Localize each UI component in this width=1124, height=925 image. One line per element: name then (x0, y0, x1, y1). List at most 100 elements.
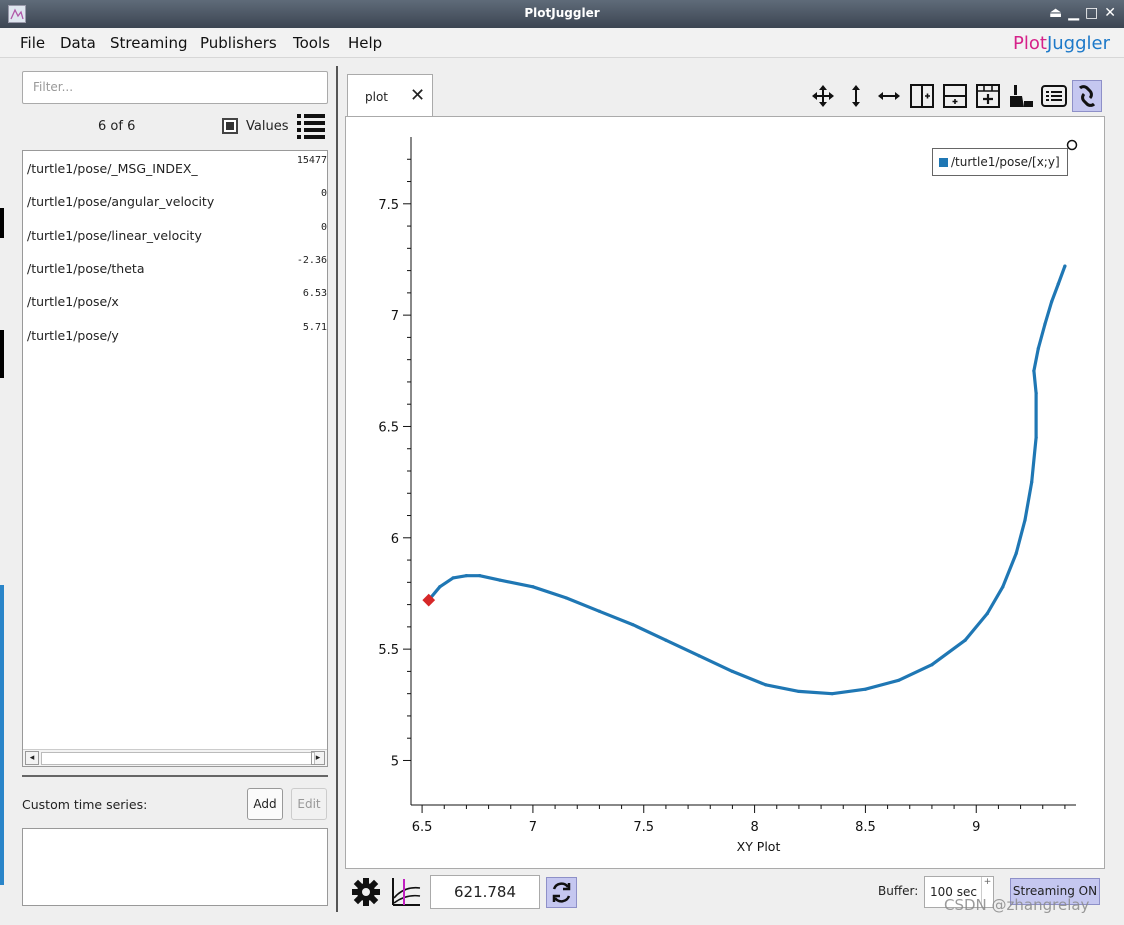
maximize-icon[interactable]: □ (1085, 5, 1098, 21)
list-item[interactable]: /turtle1/pose/_MSG_INDEX_ 15477 (23, 151, 329, 184)
link-icon[interactable] (1072, 80, 1102, 112)
menu-data[interactable]: Data (60, 34, 96, 52)
x-tick-label: 6.5 (412, 820, 433, 835)
data-point (1001, 585, 1005, 589)
y-tick-label: 5 (391, 754, 399, 769)
data-point (1063, 264, 1067, 268)
xy-plot-canvas[interactable]: 6.5 7 7.5 8 8.5 9 5 5.5 6 6.5 7 7.5 XY Plot (346, 117, 1106, 870)
data-point (985, 611, 989, 616)
buffer-label: Buffer: (878, 884, 919, 898)
x-tick-label: 9 (972, 820, 980, 835)
eject-icon[interactable]: ⏏ (1049, 5, 1062, 21)
plot-toolbar (808, 80, 1102, 112)
menu-streaming[interactable]: Streaming (110, 34, 187, 52)
menu-publishers[interactable]: Publishers (200, 34, 277, 52)
window-controls: ⏏ ▁ □ ✕ (1049, 5, 1116, 21)
data-point (1032, 369, 1036, 373)
y-tick-label: 5.5 (378, 643, 399, 658)
list-item[interactable]: /turtle1/pose/theta -2.36 (23, 251, 329, 284)
data-point (438, 585, 442, 589)
data-point (1034, 391, 1038, 395)
data-point (1030, 480, 1034, 484)
list-item[interactable]: /turtle1/pose/angular_velocity 0 (23, 184, 329, 217)
time-tracker-icon[interactable] (390, 876, 422, 908)
plotjuggler-window: PlotJuggler ⏏ ▁ □ ✕ File Data Streaming … (0, 0, 1124, 925)
values-checkbox[interactable] (222, 118, 238, 134)
data-point (564, 596, 568, 600)
menu-help[interactable]: Help (348, 34, 382, 52)
tab-close-icon[interactable]: ✕ (410, 85, 425, 106)
legend-icon[interactable] (1039, 80, 1069, 112)
time-input[interactable]: 621.784 (430, 875, 540, 909)
title-bar: PlotJuggler ⏏ ▁ □ ✕ (0, 0, 1124, 28)
split-horizontal-icon[interactable] (940, 80, 970, 112)
values-label: Values (246, 119, 289, 134)
data-point (451, 576, 455, 580)
x-tick-label: 7 (529, 820, 537, 835)
menu-file[interactable]: File (20, 34, 45, 52)
scroll-left-icon[interactable]: ◂ (25, 751, 39, 765)
plot-legend[interactable]: /turtle1/pose/[x;y] (932, 148, 1068, 176)
data-point (1036, 346, 1040, 351)
horizontal-scrollbar[interactable]: ◂ ▸ (23, 749, 327, 766)
data-point (478, 574, 482, 578)
data-point (1043, 322, 1047, 326)
clear-broom-icon[interactable] (1006, 80, 1036, 112)
menu-bar: File Data Streaming Publishers Tools Hel… (0, 28, 1124, 58)
plot-area[interactable]: 6.5 7 7.5 8 8.5 9 5 5.5 6 6.5 7 7.5 XY Plot (345, 116, 1105, 869)
filter-input[interactable]: Filter... (22, 71, 328, 104)
timeseries-list[interactable]: /turtle1/pose/_MSG_INDEX_ 15477 /turtle1… (22, 150, 328, 767)
horizontal-zoom-icon[interactable] (874, 80, 904, 112)
list-item[interactable]: /turtle1/pose/linear_velocity 0 (23, 218, 329, 251)
data-point (1023, 518, 1027, 522)
tab-plot[interactable]: plot ✕ (347, 74, 433, 117)
watermark: CSDN @zhangrelay (944, 896, 1090, 914)
vertical-zoom-icon[interactable] (841, 80, 871, 112)
data-point (1034, 436, 1038, 440)
close-icon[interactable]: ✕ (1104, 5, 1116, 21)
data-point (963, 638, 967, 642)
screen-edge (0, 330, 4, 378)
y-tick-label: 7.5 (378, 198, 399, 213)
sync-icon[interactable] (546, 877, 577, 908)
data-point (764, 683, 768, 687)
series-line-turtle1-pose (427, 264, 1067, 696)
legend-handle-icon (1066, 139, 1078, 151)
add-button[interactable]: Add (247, 788, 283, 820)
scrollbar-track[interactable] (41, 752, 315, 765)
scroll-right-icon[interactable]: ▸ (311, 751, 325, 765)
custom-series-list[interactable] (22, 828, 328, 906)
data-point (1050, 300, 1054, 304)
add-grid-icon[interactable] (973, 80, 1003, 112)
gear-icon[interactable] (350, 876, 382, 908)
y-tick-label: 6.5 (378, 420, 399, 435)
list-options-icon[interactable] (296, 111, 326, 141)
screen-edge (0, 585, 4, 885)
data-point (863, 687, 868, 691)
y-tick-label: 6 (391, 532, 399, 547)
window-title: PlotJuggler (524, 6, 600, 20)
move-arrows-icon[interactable] (808, 80, 838, 112)
list-item[interactable]: /turtle1/pose/y 5.71 (23, 318, 329, 351)
plotjuggler-logo: PlotJuggler (1013, 33, 1110, 54)
custom-series-label: Custom time series: (22, 797, 148, 812)
data-point (797, 689, 801, 694)
tab-label: plot (365, 90, 388, 104)
x-axis-label: XY Plot (737, 839, 781, 854)
minimize-icon[interactable]: ▁ (1068, 5, 1079, 21)
edit-button[interactable]: Edit (291, 788, 327, 820)
menu-tools[interactable]: Tools (293, 34, 330, 52)
splitter-handle[interactable] (336, 66, 338, 912)
list-item[interactable]: /turtle1/pose/x 6.53 (23, 284, 329, 317)
data-point (498, 578, 502, 582)
data-point (1056, 282, 1060, 286)
data-point (1014, 551, 1018, 555)
x-tick-label: 7.5 (633, 820, 654, 835)
data-point (597, 609, 602, 613)
data-point (531, 585, 535, 589)
screen-edge (0, 208, 4, 238)
split-vertical-icon[interactable] (907, 80, 937, 112)
panel-separator[interactable] (22, 775, 328, 777)
x-tick-label: 8.5 (855, 820, 876, 835)
data-point (664, 638, 668, 642)
